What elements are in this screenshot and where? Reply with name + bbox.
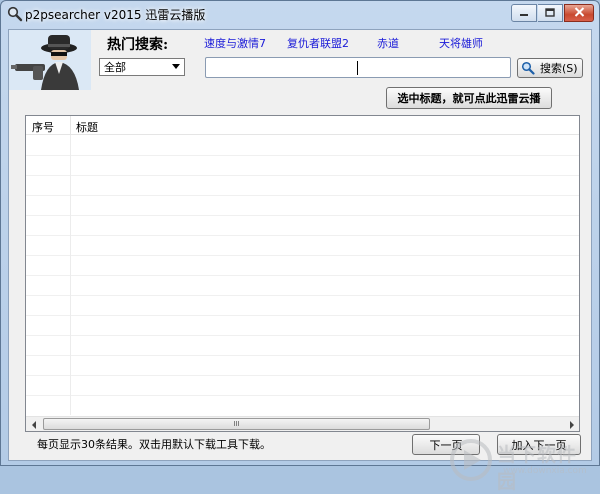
horizontal-scrollbar[interactable]: III <box>26 416 579 431</box>
add-next-page-button[interactable]: 加入下一页 <box>497 434 581 455</box>
main-panel: 热门搜索: 速度与激情7 复仇者联盟2 赤道 天将雄师 全部 搜索(S) 选中标… <box>8 29 592 493</box>
column-divider[interactable] <box>70 116 71 135</box>
search-button[interactable]: 搜索(S) <box>517 58 583 78</box>
hot-search-link[interactable]: 速度与激情7 <box>204 35 266 51</box>
scrollbar-thumb[interactable]: III <box>43 418 430 430</box>
chevron-down-icon <box>172 64 180 69</box>
magnifier-app-icon <box>7 6 23 22</box>
status-text: 每页显示30条结果。双击用默认下载工具下载。 <box>37 438 271 451</box>
scrollbar-grip: III <box>233 420 240 428</box>
maximize-icon <box>545 6 555 20</box>
scroll-left-icon[interactable] <box>26 417 41 432</box>
search-icon <box>521 61 535 75</box>
window-title: p2psearcher v2015 迅雷云播版 <box>25 8 206 22</box>
category-select-value: 全部 <box>104 61 126 74</box>
minimize-button[interactable] <box>511 4 537 22</box>
hot-search-link[interactable]: 赤道 <box>377 35 399 51</box>
column-grid-line <box>70 135 71 415</box>
next-page-button[interactable]: 下一页 <box>412 434 480 455</box>
column-header-index[interactable]: 序号 <box>32 119 54 135</box>
spy-logo-icon <box>9 30 91 90</box>
close-button[interactable] <box>564 4 594 22</box>
scroll-right-icon[interactable] <box>564 417 579 432</box>
minimize-icon <box>519 6 529 20</box>
results-table[interactable]: 序号 标题 III <box>25 115 580 432</box>
close-icon <box>574 6 585 20</box>
table-header: 序号 标题 <box>26 116 579 135</box>
text-caret <box>357 61 358 75</box>
hot-search-link[interactable]: 天将雄师 <box>439 35 483 51</box>
table-grid-lines <box>26 155 579 396</box>
hot-search-label: 热门搜索: <box>107 37 169 53</box>
search-input[interactable] <box>205 57 511 78</box>
hot-search-link[interactable]: 复仇者联盟2 <box>287 35 349 51</box>
title-bar[interactable]: p2psearcher v2015 迅雷云播版 <box>1 1 599 27</box>
xunlei-cloud-play-button[interactable]: 选中标题，就可点此迅雷云播 <box>386 87 552 109</box>
column-header-title[interactable]: 标题 <box>76 119 98 135</box>
category-select[interactable]: 全部 <box>99 58 185 76</box>
search-button-label: 搜索(S) <box>540 62 578 75</box>
watermark-url: www.downxia.com <box>503 466 587 476</box>
app-window: p2psearcher v2015 迅雷云播版 热门搜索: 速度与激情7 复仇者… <box>0 0 600 493</box>
maximize-button[interactable] <box>538 4 563 22</box>
